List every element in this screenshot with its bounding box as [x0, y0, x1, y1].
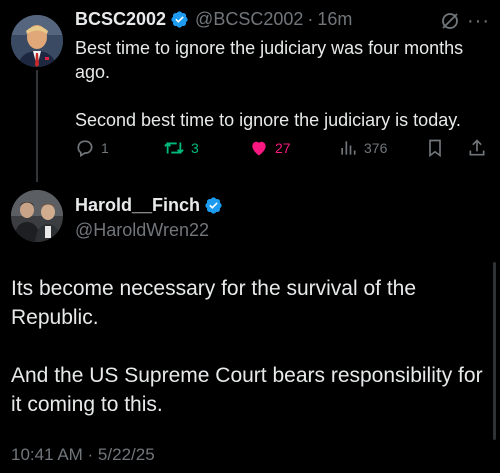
scrollbar[interactable] [493, 262, 496, 440]
reply-icon [77, 140, 93, 157]
grok-icon[interactable] [440, 11, 460, 31]
retweet-icon [164, 142, 184, 154]
separator-dot: · [307, 9, 314, 29]
avatar-photo [11, 190, 63, 242]
like-count: 27 [275, 140, 291, 156]
share-icon [469, 139, 485, 156]
display-name[interactable]: Harold__Finch [75, 195, 200, 216]
handle[interactable]: @BCSC2002 [195, 9, 303, 30]
bookmark-icon [429, 139, 441, 158]
main-tweet-text: Its become necessary for the survival of… [11, 274, 489, 419]
heart-icon [252, 141, 266, 156]
retweet-button[interactable]: 3 [163, 138, 199, 158]
tweet-paragraph: Best time to ignore the judiciary was fo… [75, 38, 464, 82]
main-tweet-header: Harold__Finch [75, 195, 223, 216]
avatar-photo [11, 15, 63, 67]
display-name[interactable]: BCSC2002 [75, 9, 166, 30]
reply-count: 1 [101, 140, 109, 156]
verified-badge-icon [205, 197, 222, 214]
timestamp[interactable]: 16m [317, 9, 352, 30]
tweet-paragraph: Its become necessary for the survival of… [11, 277, 417, 329]
bookmark-button[interactable] [425, 138, 445, 158]
more-icon[interactable]: ··· [467, 10, 490, 33]
tweet-timestamp[interactable]: 10:41 AM · 5/22/25 [11, 445, 155, 465]
tweet-paragraph: And the US Supreme Court bears responsib… [11, 364, 483, 416]
parent-tweet-text: Best time to ignore the judiciary was fo… [75, 36, 495, 132]
views-button[interactable]: 376 [338, 138, 387, 158]
share-button[interactable] [467, 138, 487, 158]
avatar[interactable] [11, 190, 63, 242]
avatar[interactable] [11, 15, 63, 67]
like-button[interactable]: 27 [249, 138, 291, 158]
reply-button[interactable]: 1 [75, 138, 109, 158]
handle[interactable]: @HaroldWren22 [75, 220, 209, 241]
parent-tweet-header: BCSC2002 @BCSC2002 · 16m [75, 9, 352, 30]
verified-badge-icon [171, 11, 188, 28]
view-count: 376 [364, 140, 388, 156]
parent-tweet[interactable]: BCSC2002 @BCSC2002 · 16m ··· Best time t… [0, 0, 500, 182]
thread-connector-line [36, 70, 38, 182]
action-bar: 1 3 27 376 [75, 138, 487, 164]
retweet-count: 3 [191, 140, 199, 156]
tweet-paragraph: Second best time to ignore the judiciary… [75, 110, 461, 130]
views-icon [341, 141, 356, 155]
